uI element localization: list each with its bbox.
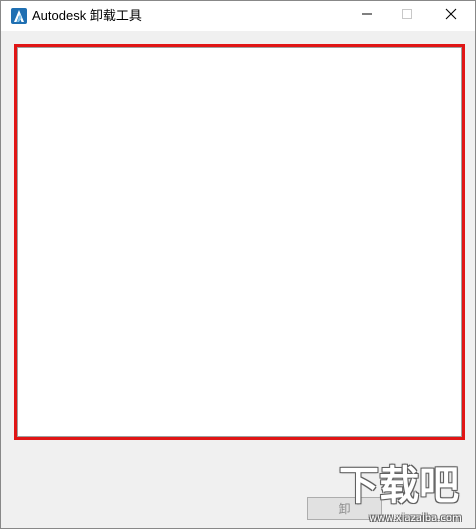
main-window: Autodesk 卸载工具 卸 下载吧 www.xiazaiba.com xyxy=(0,0,476,529)
product-list-box[interactable] xyxy=(14,44,465,440)
title-bar[interactable]: Autodesk 卸载工具 xyxy=(1,1,475,31)
minimize-icon xyxy=(361,7,373,25)
maximize-button xyxy=(385,1,429,31)
watermark-url: www.xiazaiba.com xyxy=(369,513,462,524)
window-title: Autodesk 卸载工具 xyxy=(32,8,142,23)
autodesk-logo-icon xyxy=(11,8,27,24)
minimize-button[interactable] xyxy=(345,1,389,31)
watermark: 下载吧 www.xiazaiba.com xyxy=(339,463,475,527)
close-icon xyxy=(445,7,457,25)
product-list-inner xyxy=(17,47,462,437)
maximize-icon xyxy=(401,7,413,25)
watermark-text: 下载吧 xyxy=(339,463,459,509)
close-button[interactable] xyxy=(429,1,473,31)
